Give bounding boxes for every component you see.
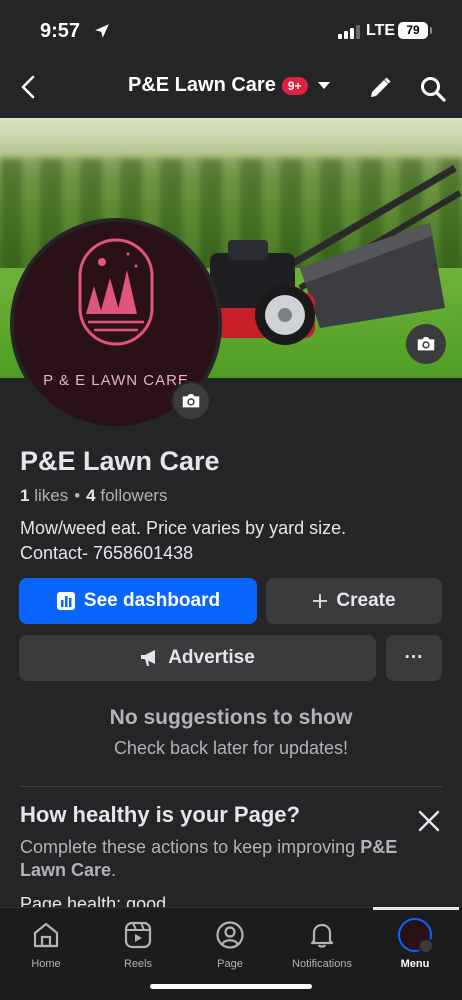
tab-page[interactable]: Page xyxy=(190,918,270,970)
create-button[interactable]: Create xyxy=(266,578,442,624)
stats-separator: • xyxy=(74,486,81,505)
suggestions-subtext: Check back later for updates! xyxy=(113,738,349,758)
page-health-heading: How healthy is your Page? xyxy=(20,802,300,827)
more-dots-icon: ··· xyxy=(404,647,424,668)
page-bio: Mow/weed eat. Price varies by yard size.… xyxy=(20,518,347,563)
edit-profile-camera-button[interactable] xyxy=(171,381,211,421)
suggestions-empty-state: No suggestions to show Check back later … xyxy=(0,706,462,759)
tab-notifications[interactable]: Notifications xyxy=(282,918,362,970)
page-health-card: How healthy is your Page? Complete these… xyxy=(20,802,400,915)
battery-icon: 79 xyxy=(398,22,432,39)
suggestions-heading: No suggestions to show xyxy=(109,706,353,729)
home-indicator[interactable] xyxy=(150,984,312,989)
page-name: P&E Lawn Care xyxy=(20,446,220,476)
reels-icon xyxy=(124,921,152,949)
page-switcher[interactable]: P&E Lawn Care 9+ xyxy=(128,74,330,97)
bell-icon xyxy=(310,923,334,948)
header-title: P&E Lawn Care xyxy=(128,74,276,96)
status-bar: 9:57 LTE 79 xyxy=(0,0,462,60)
tab-home[interactable]: Home xyxy=(6,918,86,970)
status-time: 9:57 xyxy=(40,20,81,42)
caret-down-icon xyxy=(317,82,330,89)
notification-badge: 9+ xyxy=(281,76,308,95)
back-chevron-icon[interactable] xyxy=(14,72,44,102)
megaphone-icon xyxy=(141,650,156,666)
plus-icon xyxy=(313,594,328,608)
dashboard-icon xyxy=(56,592,75,610)
camera-icon xyxy=(417,337,435,351)
menu-avatar-icon xyxy=(398,918,434,954)
tab-reels[interactable]: Reels xyxy=(98,918,178,970)
active-tab-indicator xyxy=(373,907,459,910)
likes-stat[interactable]: 1 likes xyxy=(20,486,68,506)
pencil-icon[interactable] xyxy=(366,74,394,102)
close-icon[interactable] xyxy=(416,808,442,834)
camera-icon xyxy=(182,394,200,408)
divider xyxy=(20,786,442,787)
edit-cover-camera-button[interactable] xyxy=(406,324,446,364)
network-label: LTE xyxy=(366,22,396,39)
followers-stat[interactable]: 4 followers xyxy=(86,486,167,506)
page-icon xyxy=(216,921,244,949)
home-icon xyxy=(33,922,59,948)
signal-icon xyxy=(338,25,360,39)
page-stats: 1 likes • 4 followers xyxy=(20,486,167,506)
location-arrow-icon xyxy=(95,24,109,38)
page-header: P&E Lawn Care 9+ xyxy=(0,62,462,112)
advertise-button[interactable]: Advertise xyxy=(19,635,376,681)
search-icon[interactable] xyxy=(418,74,448,104)
more-options-button[interactable]: ··· xyxy=(386,635,442,681)
see-dashboard-button[interactable]: See dashboard xyxy=(19,578,257,624)
tab-menu[interactable]: Menu xyxy=(375,918,455,970)
page-health-description: Complete these actions to keep improving… xyxy=(20,837,398,880)
